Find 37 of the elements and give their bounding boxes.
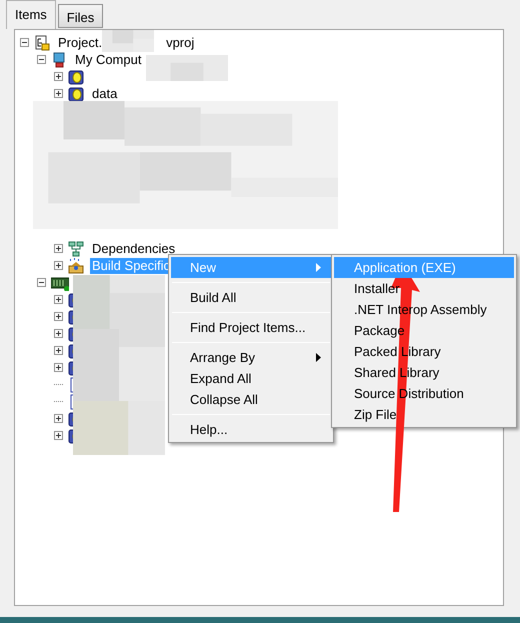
build-icon xyxy=(68,258,86,274)
tree-item-label: vproj xyxy=(166,34,194,52)
expand-toggle[interactable] xyxy=(54,72,63,81)
menu-item[interactable]: Arrange By xyxy=(171,347,331,368)
menu-item[interactable]: Find Project Items... xyxy=(171,317,331,338)
expand-toggle[interactable] xyxy=(54,346,63,355)
tab[interactable]: Files xyxy=(58,4,104,28)
folder-icon xyxy=(68,68,86,84)
expand-toggle[interactable] xyxy=(54,414,63,423)
connector-line xyxy=(54,401,63,402)
expand-toggle[interactable] xyxy=(54,363,63,372)
dependencies-icon xyxy=(68,240,86,256)
menu-item[interactable]: Build All xyxy=(171,287,331,308)
menu-item[interactable]: Zip File xyxy=(334,404,514,425)
tree-item-label[interactable]: data xyxy=(90,86,120,102)
expand-toggle[interactable] xyxy=(54,295,63,304)
expand-toggle[interactable] xyxy=(54,261,63,270)
expand-toggle[interactable] xyxy=(54,89,63,98)
menu-item[interactable]: Installer xyxy=(334,278,514,299)
collapse-toggle[interactable] xyxy=(37,278,46,287)
expand-toggle[interactable] xyxy=(54,329,63,338)
tree-item-label[interactable]: Dependencies xyxy=(90,240,178,256)
collapse-toggle[interactable] xyxy=(37,55,46,64)
tree-item-label[interactable]: Project. xyxy=(56,34,104,50)
collapse-toggle[interactable] xyxy=(20,38,29,47)
expand-toggle[interactable] xyxy=(54,244,63,253)
folder-icon xyxy=(68,86,86,102)
menu-item[interactable]: Expand All xyxy=(171,368,331,389)
tree-item-label[interactable]: My Comput xyxy=(73,52,144,68)
connector-line xyxy=(54,384,63,385)
expand-toggle[interactable] xyxy=(54,431,63,440)
expand-toggle[interactable] xyxy=(54,312,63,321)
menu-item[interactable]: Collapse All xyxy=(171,389,331,410)
tab[interactable]: Items xyxy=(6,0,56,29)
project-icon xyxy=(34,34,52,50)
menu-item[interactable]: Help... xyxy=(171,419,331,440)
target-icon xyxy=(51,274,69,290)
